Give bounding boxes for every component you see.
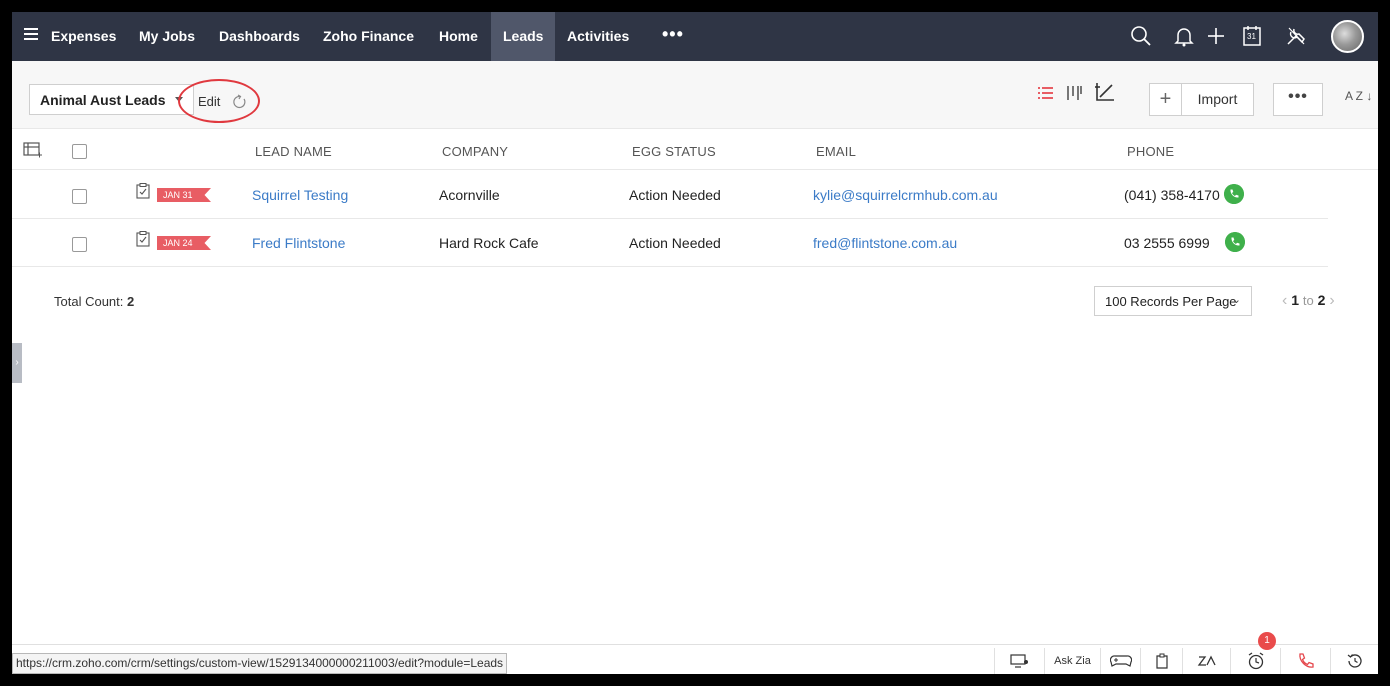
col-email[interactable]: EMAIL xyxy=(816,144,856,159)
crm-window: Expenses My Jobs Dashboards Zoho Finance… xyxy=(12,12,1378,674)
chart-view-icon[interactable] xyxy=(1094,81,1116,103)
egg-status-cell: Action Needed xyxy=(629,187,721,203)
nav-item-activities[interactable]: Activities xyxy=(555,12,641,61)
custom-view-select[interactable]: Animal Aust Leads xyxy=(29,84,194,115)
nav-item-zoho-finance[interactable]: Zoho Finance xyxy=(311,12,426,61)
table-row[interactable]: JAN 31 Squirrel Testing Acornville Actio… xyxy=(12,171,1328,219)
ask-zia-button[interactable]: Ask Zia xyxy=(1044,648,1100,674)
nav-item-dashboards[interactable]: Dashboards xyxy=(207,12,312,61)
hamburger-menu-icon[interactable] xyxy=(24,28,38,42)
call-phone-icon[interactable] xyxy=(1225,232,1245,252)
calendar-day: 31 xyxy=(1247,32,1256,41)
email-link[interactable]: kylie@squirrelcrmhub.com.au xyxy=(813,187,998,203)
row-checkbox[interactable] xyxy=(72,237,87,252)
status-bar-url: https://crm.zoho.com/crm/settings/custom… xyxy=(12,653,508,674)
phone-icon[interactable] xyxy=(1280,648,1330,674)
table-row[interactable]: JAN 24 Fred Flintstone Hard Rock Cafe Ac… xyxy=(12,219,1328,267)
phone-cell: (041) 358-4170 xyxy=(1124,187,1220,203)
list-view-icon[interactable] xyxy=(1036,83,1056,103)
add-icon[interactable] xyxy=(1205,25,1227,47)
nav-more-icon[interactable]: ••• xyxy=(662,12,684,61)
task-icon[interactable] xyxy=(136,231,150,247)
top-nav: Expenses My Jobs Dashboards Zoho Finance… xyxy=(12,12,1378,61)
game-controller-icon[interactable] xyxy=(1100,648,1140,674)
create-lead-button[interactable]: + xyxy=(1149,83,1182,116)
nav-item-my-jobs[interactable]: My Jobs xyxy=(127,12,207,61)
feedback-icon[interactable] xyxy=(1140,648,1182,674)
sort-icon[interactable]: A Z ↓ xyxy=(1345,90,1372,102)
total-count: Total Count: 2 xyxy=(54,294,135,309)
row-checkbox[interactable] xyxy=(72,189,87,204)
bell-icon[interactable] xyxy=(1173,25,1195,47)
pagination: ‹ 1 to 2 › xyxy=(1282,292,1335,309)
col-egg-status[interactable]: EGG STATUS xyxy=(632,144,716,159)
lead-name-link[interactable]: Fred Flintstone xyxy=(252,235,345,251)
company-cell: Acornville xyxy=(439,187,500,203)
setup-tools-icon[interactable] xyxy=(1285,25,1307,47)
company-cell: Hard Rock Cafe xyxy=(439,235,539,251)
due-date-flag: JAN 24 xyxy=(157,236,211,250)
prev-page-icon[interactable]: ‹ xyxy=(1282,292,1287,309)
import-button[interactable]: Import xyxy=(1181,83,1254,116)
col-phone[interactable]: PHONE xyxy=(1127,144,1174,159)
nav-item-expenses[interactable]: Expenses xyxy=(39,12,128,61)
history-icon[interactable] xyxy=(1330,648,1378,674)
col-company[interactable]: COMPANY xyxy=(442,144,508,159)
phone-cell: 03 2555 6999 xyxy=(1124,235,1210,251)
search-icon[interactable] xyxy=(1130,25,1152,47)
column-settings-icon[interactable] xyxy=(23,141,43,159)
zia-logo-icon[interactable] xyxy=(1182,648,1230,674)
due-date-flag: JAN 31 xyxy=(157,188,211,202)
col-lead-name[interactable]: LEAD NAME xyxy=(255,144,332,159)
list-toolbar: Animal Aust Leads Edit + Import ••• A Z … xyxy=(12,61,1378,129)
user-avatar[interactable] xyxy=(1331,20,1364,53)
more-actions-button[interactable]: ••• xyxy=(1273,83,1323,116)
side-panel-toggle[interactable]: › xyxy=(12,343,22,383)
kanban-view-icon[interactable] xyxy=(1064,83,1084,103)
nav-item-leads[interactable]: Leads xyxy=(491,12,555,61)
lead-name-link[interactable]: Squirrel Testing xyxy=(252,187,348,203)
select-all-checkbox[interactable] xyxy=(72,144,87,159)
records-per-page-select[interactable]: 100 Records Per Page ⌄ xyxy=(1094,286,1252,316)
call-phone-icon[interactable] xyxy=(1224,184,1244,204)
egg-status-cell: Action Needed xyxy=(629,235,721,251)
next-page-icon[interactable]: › xyxy=(1329,292,1334,309)
calendar-icon[interactable]: 31 xyxy=(1241,25,1263,47)
nav-item-home[interactable]: Home xyxy=(427,12,490,61)
screen-share-icon[interactable] xyxy=(994,648,1044,674)
task-icon[interactable] xyxy=(136,183,150,199)
alarm-clock-icon[interactable] xyxy=(1230,648,1280,674)
total-count-value: 2 xyxy=(127,294,135,309)
highlight-annotation xyxy=(178,79,260,123)
notification-badge: 1 xyxy=(1258,632,1276,650)
table-header: LEAD NAME COMPANY EGG STATUS EMAIL PHONE xyxy=(12,130,1378,170)
chevron-down-icon: ⌄ xyxy=(1231,294,1241,306)
email-link[interactable]: fred@flintstone.com.au xyxy=(813,235,957,251)
